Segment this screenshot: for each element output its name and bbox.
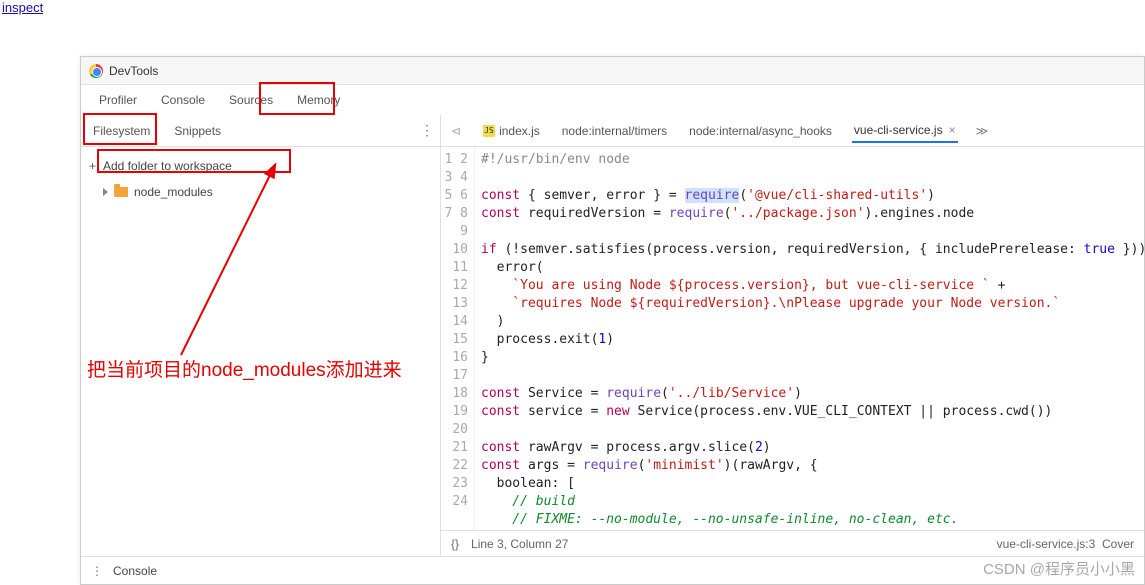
right-panel: ⊲ JSindex.js node:internal/timers node:i…: [441, 115, 1144, 556]
cursor-position: Line 3, Column 27: [471, 537, 568, 551]
file-tab-active[interactable]: vue-cli-service.js×: [852, 119, 958, 143]
subtab-snippets[interactable]: Snippets: [168, 120, 227, 142]
js-file-icon: JS: [483, 125, 495, 137]
left-panel: Filesystem Snippets ⋮ Add folder to work…: [81, 115, 441, 556]
tab-sources[interactable]: Sources: [217, 87, 285, 113]
file-tab-index[interactable]: JSindex.js: [481, 120, 542, 142]
tab-memory[interactable]: Memory: [285, 87, 352, 113]
status-bar: {} Line 3, Column 27 vue-cli-service.js:…: [441, 530, 1144, 556]
drawer-console-tab[interactable]: Console: [113, 564, 157, 578]
more-options-icon[interactable]: ⋮: [420, 122, 434, 139]
tree-node-modules[interactable]: node_modules: [81, 179, 440, 205]
braces-icon[interactable]: {}: [451, 537, 459, 551]
subtab-filesystem[interactable]: Filesystem: [87, 120, 156, 142]
top-inspect-link[interactable]: inspect: [2, 0, 43, 15]
status-file: vue-cli-service.js:3: [997, 537, 1096, 551]
filesystem-tree: Add folder to workspace node_modules 把当前…: [81, 147, 440, 556]
tab-profiler[interactable]: Profiler: [87, 87, 149, 113]
titlebar: DevTools: [81, 57, 1144, 85]
chrome-icon: [89, 64, 103, 78]
close-icon[interactable]: ×: [949, 123, 956, 137]
drawer-kebab-icon[interactable]: ⋮: [91, 564, 103, 578]
tab-console[interactable]: Console: [149, 87, 217, 113]
line-numbers: 1 2 3 4 5 6 7 8 9 10 11 12 13 14 15 16 1…: [441, 147, 475, 530]
window-title: DevTools: [109, 64, 158, 78]
more-files-icon[interactable]: ≫: [976, 124, 989, 138]
annotation-text: 把当前项目的node_modules添加进来: [81, 355, 440, 382]
add-folder-to-workspace[interactable]: Add folder to workspace: [81, 153, 440, 179]
code-content[interactable]: #!/usr/bin/env node const { semver, erro…: [475, 147, 1144, 530]
code-editor[interactable]: 1 2 3 4 5 6 7 8 9 10 11 12 13 14 15 16 1…: [441, 147, 1144, 530]
nav-back-icon[interactable]: ⊲: [449, 124, 463, 138]
devtools-window: DevTools Profiler Console Sources Memory…: [80, 56, 1145, 585]
caret-icon: [103, 188, 108, 196]
coverage-label: Cover: [1102, 537, 1134, 551]
file-tab-timers[interactable]: node:internal/timers: [560, 120, 669, 142]
folder-icon: [114, 187, 128, 197]
watermark: CSDN @程序员小小黑: [983, 558, 1135, 579]
main-tabs: Profiler Console Sources Memory: [81, 85, 1144, 115]
file-tab-hooks[interactable]: node:internal/async_hooks: [687, 120, 834, 142]
file-tabs: ⊲ JSindex.js node:internal/timers node:i…: [441, 115, 1144, 147]
